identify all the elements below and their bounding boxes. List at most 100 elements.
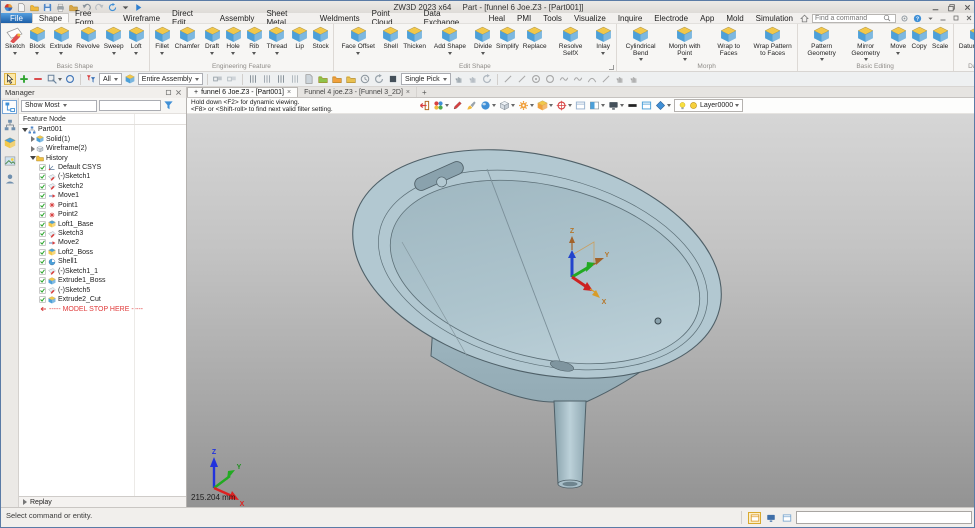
dropdown-caret-icon[interactable] — [620, 104, 624, 107]
tree-row-point1[interactable]: Point1 — [19, 201, 186, 210]
ribbon-thread-button[interactable]: Thread — [265, 25, 290, 55]
tree-row-history[interactable]: History — [19, 153, 186, 162]
show-entity-icon[interactable] — [18, 73, 30, 85]
dropdown-caret-icon[interactable] — [601, 52, 605, 55]
ribbon-cylindrical-bend-button[interactable]: Cylindrical Bend — [619, 25, 663, 61]
tree-row-sketch3[interactable]: Sketch3 — [19, 229, 186, 238]
ribbon-hole-button[interactable]: Hole — [223, 25, 244, 55]
refresh-history-icon[interactable] — [373, 73, 385, 85]
tab-close-icon[interactable]: × — [406, 89, 410, 96]
gem-view-icon[interactable] — [655, 100, 666, 111]
collapse-icon[interactable] — [29, 155, 36, 162]
scope-combo[interactable]: Entire Assembly — [138, 73, 203, 85]
dropdown-caret-icon[interactable] — [667, 104, 671, 107]
menu-tab-visualize[interactable]: Visualize — [568, 13, 612, 23]
zw3d-logo-icon[interactable] — [3, 2, 14, 13]
ribbon-sketch-button[interactable]: Sketch — [3, 25, 27, 55]
qat-menu-icon[interactable] — [120, 2, 131, 13]
doc-minimize-icon[interactable] — [938, 13, 948, 23]
ribbon-morph-with-point-button[interactable]: Morph with Point — [663, 25, 707, 61]
display-mode-icon[interactable] — [764, 512, 777, 524]
visibility-checkbox[interactable] — [39, 296, 46, 303]
shade-mode-icon[interactable] — [480, 100, 491, 111]
visibility-checkbox[interactable] — [39, 192, 46, 199]
ribbon-loft-button[interactable]: Loft — [126, 25, 147, 55]
assembly-tree-icon[interactable] — [2, 118, 17, 132]
clip-bar-icon[interactable] — [627, 100, 638, 111]
circle-tool-icon[interactable] — [544, 73, 556, 85]
exit-icon[interactable] — [419, 100, 430, 111]
ribbon-rib-button[interactable]: Rib — [244, 25, 265, 55]
tree-row-solid-1[interactable]: Solid(1) — [19, 134, 186, 143]
home-icon[interactable] — [799, 13, 809, 23]
background-icon[interactable] — [608, 100, 619, 111]
menu-tab-direct-edit[interactable]: Direct Edit — [166, 13, 214, 23]
window-mode-icon[interactable] — [780, 512, 793, 524]
tab-close-icon[interactable]: × — [287, 89, 291, 96]
help-icon[interactable]: ? — [912, 13, 922, 23]
menu-tab-free-form[interactable]: Free Form — [69, 13, 117, 23]
tree-row-sketch1-1[interactable]: (-)Sketch1_1 — [19, 267, 186, 276]
viewport-canvas[interactable]: Z Y X Z Y X — [187, 114, 975, 507]
show-filter-combo[interactable]: Show Most — [21, 100, 97, 112]
appearance-icon[interactable] — [433, 100, 444, 111]
manager-float-icon[interactable] — [165, 89, 172, 96]
arc-tool-icon[interactable] — [586, 73, 598, 85]
close-icon[interactable] — [961, 2, 974, 12]
dropdown-caret-icon[interactable] — [896, 52, 900, 55]
visibility-checkbox[interactable] — [39, 164, 46, 171]
collapse-icon[interactable] — [21, 126, 28, 133]
ribbon-thicken-button[interactable]: Thicken — [401, 25, 428, 51]
tree-row-model-stop-here[interactable]: ----- MODEL STOP HERE ----- — [19, 304, 186, 313]
tree-row-extrude1-boss[interactable]: Extrude1_Boss — [19, 276, 186, 285]
folder-green-icon[interactable] — [317, 73, 329, 85]
tree-row-wireframe-2[interactable]: Wireframe(2) — [19, 144, 186, 153]
gear-icon[interactable] — [899, 13, 909, 23]
visibility-checkbox[interactable] — [39, 202, 46, 209]
tree-row-default-csys[interactable]: Default CSYS — [19, 163, 186, 172]
visual-manager-icon[interactable] — [2, 154, 17, 168]
manager-tab-icon[interactable] — [2, 100, 17, 114]
folder-orange-icon[interactable] — [331, 73, 343, 85]
menu-tab-pmi[interactable]: PMI — [511, 13, 537, 23]
menu-tab-file[interactable]: File — [1, 13, 32, 23]
doc-tab[interactable]: Funnel 4 joe.Z3 - [Funnel 3_2D]× — [298, 87, 417, 97]
filter-all-combo[interactable]: All — [99, 73, 122, 85]
pick-last-icon[interactable] — [46, 73, 58, 85]
tree-row-part001[interactable]: Part001 — [19, 125, 186, 134]
dropdown-caret-icon[interactable] — [568, 104, 572, 107]
dropdown-caret-icon[interactable] — [275, 52, 279, 55]
pick-hand-icon[interactable] — [453, 73, 465, 85]
expand-icon[interactable] — [29, 136, 36, 143]
color-pick-icon[interactable] — [452, 100, 463, 111]
dropdown-caret-icon[interactable] — [252, 52, 256, 55]
expand-icon[interactable] — [29, 145, 36, 152]
circle-dot-tool-icon[interactable] — [530, 73, 542, 85]
ribbon-shell-button[interactable]: Shell — [380, 25, 401, 51]
menu-tab-app[interactable]: App — [694, 13, 720, 23]
dropdown-caret-icon[interactable] — [134, 52, 138, 55]
tree-row-sketch1[interactable]: (-)Sketch1 — [19, 172, 186, 181]
config-icon[interactable] — [518, 100, 529, 111]
visibility-checkbox[interactable] — [39, 230, 46, 237]
spline-tool-icon[interactable] — [558, 73, 570, 85]
ribbon-lip-button[interactable]: Lip — [289, 25, 310, 51]
visibility-checkbox[interactable] — [39, 173, 46, 180]
ref-bars-3-icon[interactable] — [275, 73, 287, 85]
dropdown-caret-icon[interactable] — [864, 58, 868, 61]
link-geometry-icon[interactable] — [212, 73, 224, 85]
pick-filter-icon[interactable] — [4, 73, 16, 85]
ribbon-block-button[interactable]: Block — [27, 25, 48, 55]
dropdown-caret-icon[interactable] — [530, 104, 534, 107]
ribbon-scale-button[interactable]: Scale — [930, 25, 951, 51]
menu-tab-data-exchange[interactable]: Data Exchange — [418, 13, 483, 23]
dropdown-caret-icon[interactable] — [13, 52, 17, 55]
dropdown-caret-icon[interactable] — [481, 52, 485, 55]
dropdown-caret-icon[interactable] — [683, 58, 687, 61]
ribbon-move-button[interactable]: Move — [888, 25, 909, 55]
tree-row-point2[interactable]: Point2 — [19, 210, 186, 219]
user-manager-icon[interactable] — [2, 172, 17, 186]
ribbon-replace-button[interactable]: Replace — [521, 25, 549, 51]
find-command-input[interactable] — [815, 15, 881, 22]
ribbon-wrap-pattern-to-faces-button[interactable]: Wrap Pattern to Faces — [751, 25, 795, 57]
